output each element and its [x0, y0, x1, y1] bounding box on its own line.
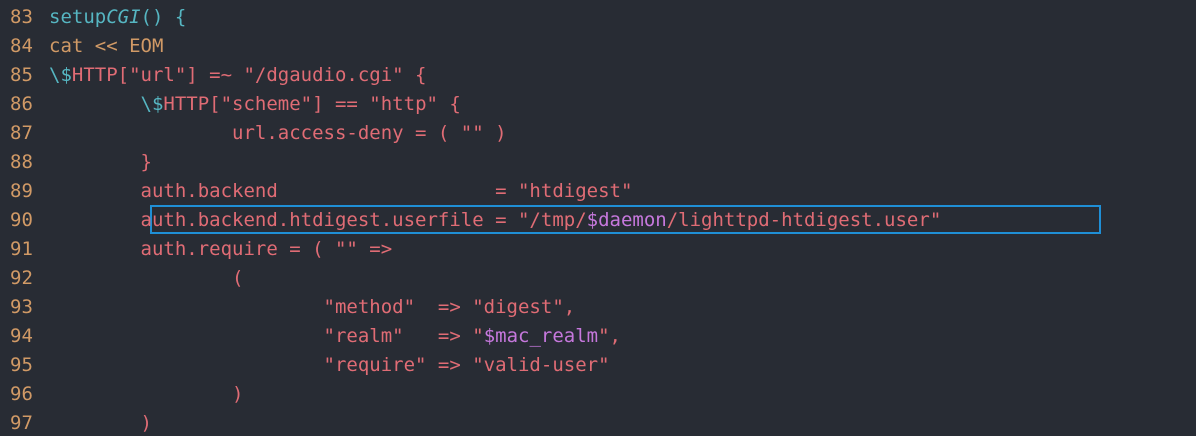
code-token: \$: [140, 93, 164, 115]
code-token: ",: [598, 325, 621, 347]
code-text: auth.backend.htdigest.userfile = "/tmp/$…: [49, 206, 942, 235]
line-number: 92: [10, 267, 33, 289]
code-text: setupCGI() {: [49, 3, 186, 32]
line-number: 86: [10, 93, 33, 115]
code-token: ): [49, 383, 244, 405]
code-token: HTTP["url"] =~ "/dgaudio.cgi" {: [71, 64, 427, 86]
code-text: ): [49, 409, 152, 436]
line-number: 87: [10, 122, 33, 144]
code-text: "realm" => "$mac_realm",: [49, 322, 621, 351]
code-token: /lighttpd-htdigest.user": [666, 209, 942, 231]
line-number: 95: [10, 354, 33, 376]
line-number: 90: [10, 209, 33, 231]
code-text: cat << EOM: [49, 32, 163, 61]
code-line[interactable]: 96 ): [0, 380, 1196, 409]
code-token: "require" => "valid-user": [49, 354, 610, 376]
code-token: "method" => "digest",: [49, 296, 576, 318]
code-text: url.access-deny = ( "" ): [49, 119, 507, 148]
line-number: 94: [10, 325, 33, 347]
line-number: 97: [10, 412, 33, 434]
code-text: auth.require = ( "" =>: [49, 235, 393, 264]
code-token: auth.backend = "htdigest": [49, 180, 633, 202]
code-editor[interactable]: 83 setupCGI() {84 cat << EOM 85 \$HTTP["url"…: [0, 0, 1196, 436]
line-number: 96: [10, 383, 33, 405]
code-line[interactable]: 91 auth.require = ( "" =>: [0, 235, 1196, 264]
code-line[interactable]: 84 cat << EOM: [0, 32, 1196, 61]
code-text: \$HTTP["url"] =~ "/dgaudio.cgi" {: [49, 61, 427, 90]
code-token: CGI: [106, 6, 141, 28]
line-number: 88: [10, 151, 33, 173]
line-number: 84: [10, 35, 33, 57]
code-token: auth.require = ( "" =>: [49, 238, 393, 260]
code-token: (: [49, 267, 244, 289]
code-token: auth.backend.htdigest.userfile = "/tmp/: [49, 209, 587, 231]
code-line[interactable]: 94 "realm" => "$mac_realm",: [0, 322, 1196, 351]
code-token: HTTP["scheme"] == "http" {: [163, 93, 461, 115]
code-line[interactable]: 85 \$HTTP["url"] =~ "/dgaudio.cgi" {: [0, 61, 1196, 90]
code-line[interactable]: 92 (: [0, 264, 1196, 293]
code-line[interactable]: 90 auth.backend.htdigest.userfile = "/tm…: [0, 206, 1196, 235]
code-line[interactable]: 87 url.access-deny = ( "" ): [0, 119, 1196, 148]
code-token: ): [49, 412, 152, 434]
line-number: 93: [10, 296, 33, 318]
code-text: }: [49, 148, 152, 177]
line-number: 91: [10, 238, 33, 260]
code-text: ): [49, 380, 243, 409]
code-token: cat << EOM: [49, 35, 164, 57]
code-text: \$HTTP["scheme"] == "http" {: [49, 90, 461, 119]
code-token: url.access-deny = ( "" ): [49, 122, 507, 144]
line-number: 85: [10, 64, 33, 86]
code-token: setup: [49, 6, 107, 28]
code-token: $daemon: [586, 209, 667, 231]
code-token: "realm" => ": [49, 325, 484, 347]
code-line[interactable]: 97 ): [0, 409, 1196, 436]
code-line[interactable]: 88 }: [0, 148, 1196, 177]
code-line[interactable]: 93 "method" => "digest",: [0, 293, 1196, 322]
line-number: 89: [10, 180, 33, 202]
code-token: \$: [49, 64, 72, 86]
code-token: $mac_realm: [483, 325, 599, 347]
code-token: () {: [140, 6, 187, 28]
code-token: }: [49, 151, 152, 173]
code-text: (: [49, 264, 243, 293]
code-text: "require" => "valid-user": [49, 351, 610, 380]
line-number: 83: [10, 6, 33, 28]
code-line[interactable]: 95 "require" => "valid-user": [0, 351, 1196, 380]
code-line[interactable]: 86 \$HTTP["scheme"] == "http" {: [0, 90, 1196, 119]
code-line[interactable]: 89 auth.backend = "htdigest": [0, 177, 1196, 206]
code-text: auth.backend = "htdigest": [49, 177, 633, 206]
code-text: "method" => "digest",: [49, 293, 576, 322]
code-line[interactable]: 83 setupCGI() {: [0, 3, 1196, 32]
